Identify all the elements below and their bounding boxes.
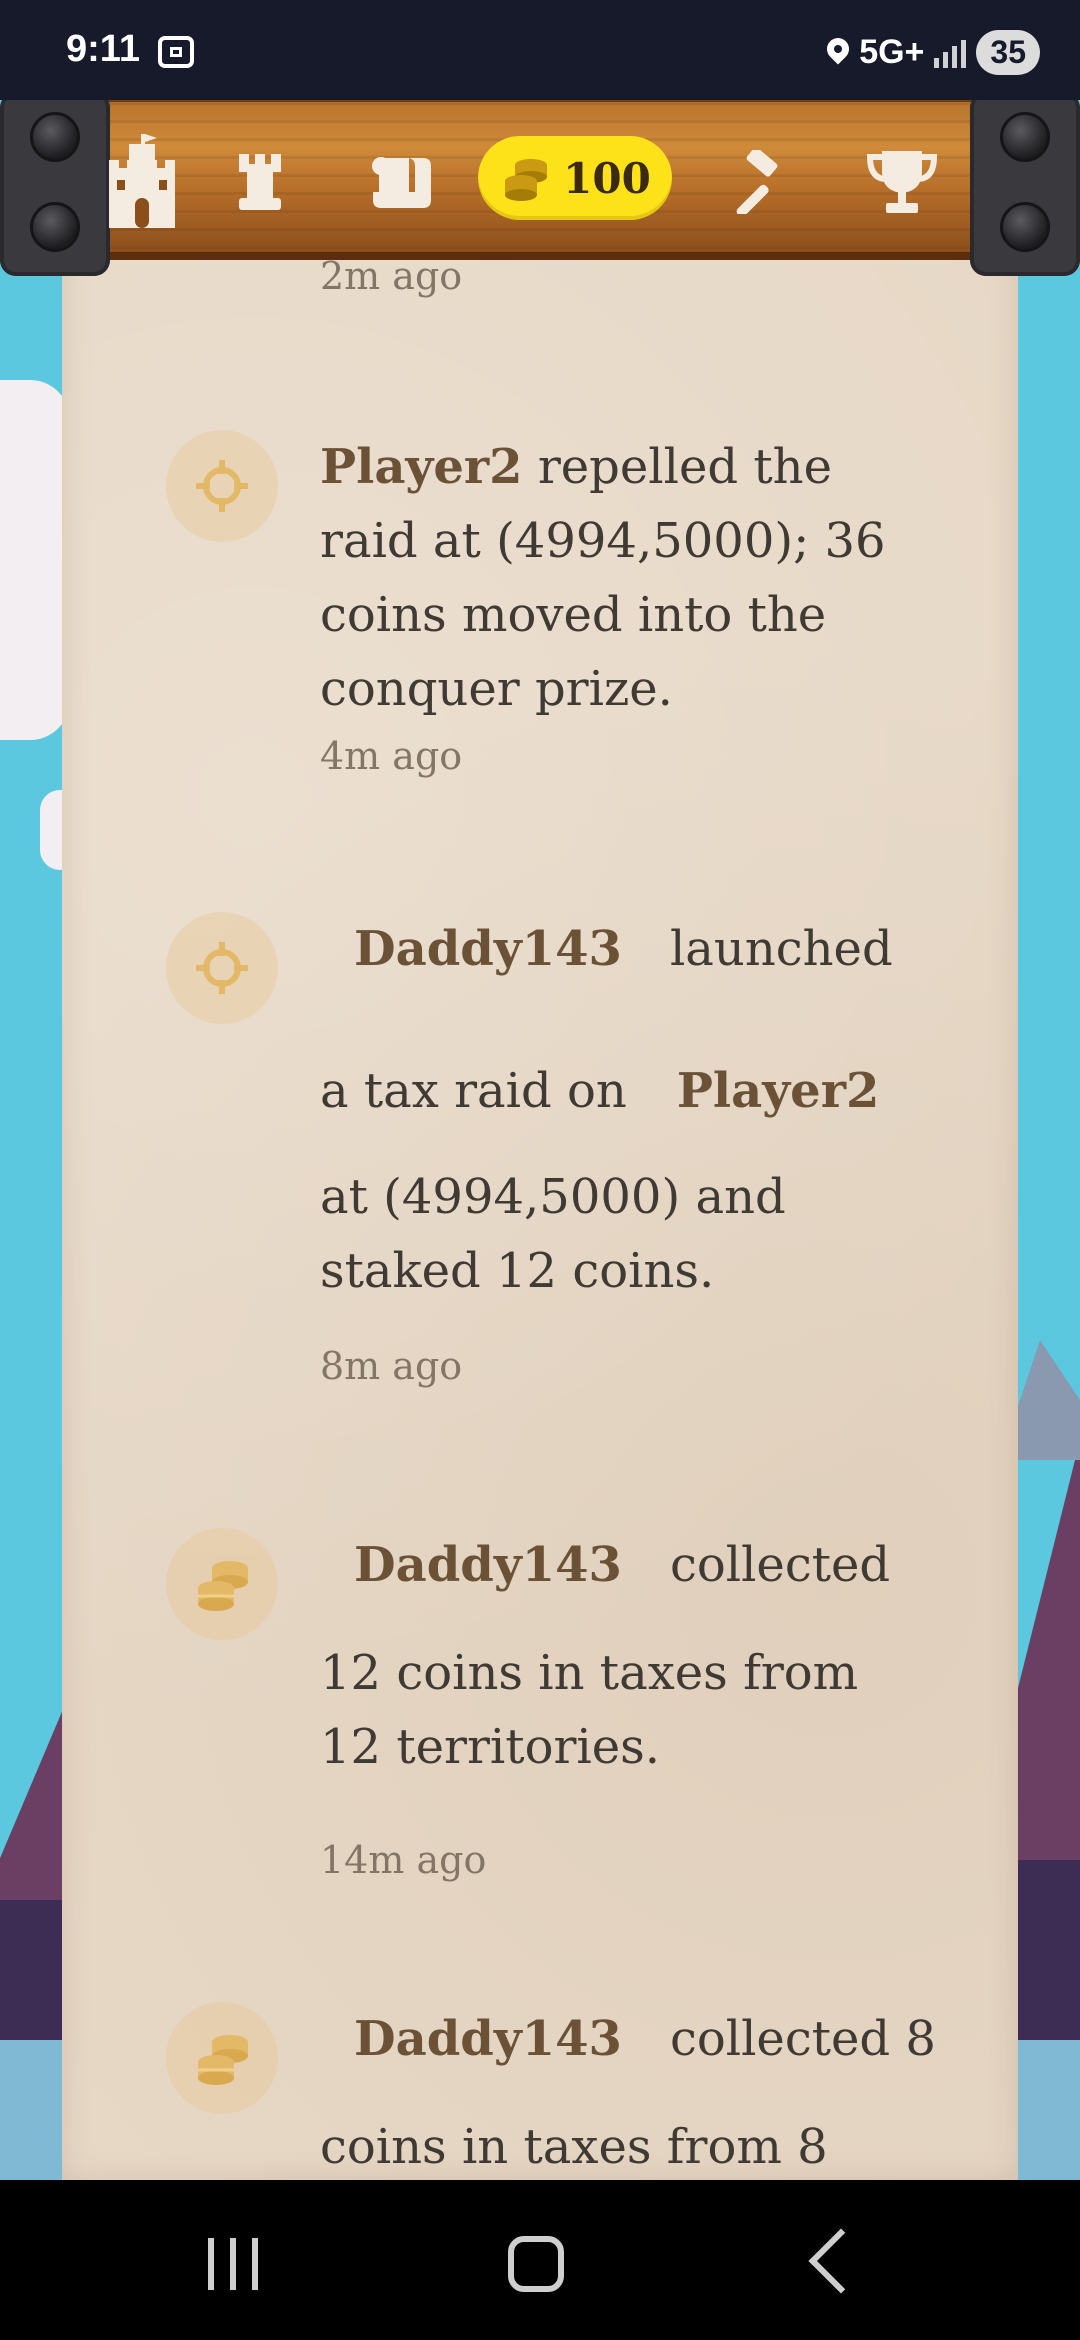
entry-text: Daddy143 launched a tax raid on Player2 at… [320,912,960,1308]
metal-bracket-left [0,92,110,276]
status-bar: 9:11 5G+ 35 [0,0,1080,100]
entry-line: 12 coins in taxes from [320,1645,859,1701]
entry-text: Daddy143 collected 8 coins in taxes from … [320,2002,960,2180]
entry-verb: launched [669,921,893,977]
coins-icon [166,1528,278,1640]
entry-actor[interactable]: Daddy143 [354,2011,622,2067]
coins-icon [166,2002,278,2114]
entry-line: conquer prize. [320,661,673,717]
back-button[interactable] [808,2228,874,2294]
bolt-icon [30,112,80,162]
castle-icon[interactable] [102,132,182,232]
system-nav-bar [0,2180,1080,2340]
top-nav-bar: 100 [0,92,1080,276]
bolt-icon [1000,202,1050,252]
battery-badge: 35 [976,30,1040,75]
entry-line: a tax raid on [320,1063,627,1119]
screenshot-icon [158,36,194,68]
entry-verb: collected 8 [669,2011,936,2067]
entry-line: 12 territories. [320,1719,661,1775]
entry-actor[interactable]: Daddy143 [354,921,622,977]
status-right: 5G+ 35 [827,30,1040,75]
coin-balance-badge[interactable]: 100 [478,136,672,220]
home-button[interactable] [508,2236,564,2292]
network-label: 5G+ [859,33,925,71]
entry-actor[interactable]: Daddy143 [354,1537,622,1593]
entry-text: Player2 repelled the raid at (4994,5000)… [320,430,960,726]
entry-verb: collected [669,1537,891,1593]
bolt-icon [1000,112,1050,162]
status-time: 9:11 [66,28,140,70]
entry-actor[interactable]: Player2 [320,439,523,495]
metal-bracket-right [970,92,1080,276]
activity-feed-panel[interactable]: 2m ago Player2 repelled the raid at (499… [62,200,1018,2180]
entry-line: raid at (4994,5000); 36 [320,513,886,569]
entry-target[interactable]: Player2 [677,1063,880,1119]
bolt-icon [30,202,80,252]
recent-apps-button[interactable] [208,2238,258,2290]
entry-time: 4m ago [320,734,463,778]
trophy-icon[interactable] [862,132,942,232]
entry-line: coins in taxes from 8 [320,2119,828,2175]
cloud-shape [0,380,70,740]
scroll-icon[interactable] [362,132,438,232]
crosshair-icon [166,912,278,1024]
entry-line: repelled the [537,439,832,495]
entry-line: staked 12 coins. [320,1243,715,1299]
rook-icon[interactable] [230,132,290,232]
entry-text: Daddy143 collected 12 coins in taxes from… [320,1528,960,1784]
coin-balance: 100 [563,153,651,203]
location-icon [827,38,849,68]
entry-line: at (4994,5000) and [320,1169,786,1225]
entry-time: 14m ago [320,1838,487,1882]
entry-time: 8m ago [320,1344,463,1388]
coins-icon [505,159,548,201]
entry-line: coins moved into the [320,587,827,643]
hammer-icon[interactable] [716,132,786,232]
signal-icon [934,38,967,68]
crosshair-icon [166,430,278,542]
